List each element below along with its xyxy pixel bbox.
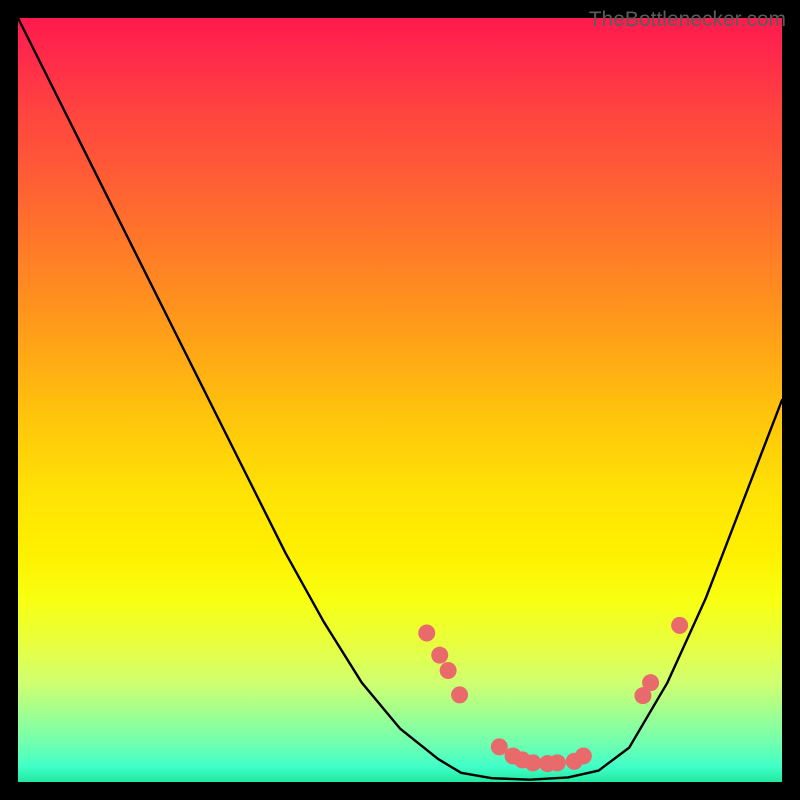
data-point <box>642 674 659 691</box>
data-point <box>451 686 468 703</box>
watermark-text: TheBottlenecker.com <box>589 8 786 32</box>
data-point <box>431 647 448 664</box>
data-point <box>549 754 566 771</box>
data-point <box>524 754 541 771</box>
points-svg <box>18 18 782 782</box>
data-point <box>575 748 592 765</box>
data-point <box>671 617 688 634</box>
data-point <box>440 662 457 679</box>
data-point <box>418 625 435 642</box>
chart-plot-area <box>18 18 782 782</box>
